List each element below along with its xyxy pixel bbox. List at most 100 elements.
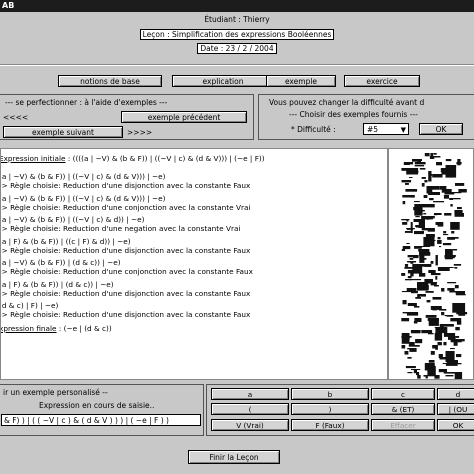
calligraphy-stroke xyxy=(405,189,418,192)
initial-label: Expression initiale xyxy=(0,154,66,163)
calligraphy-stroke xyxy=(415,339,423,344)
calligraphy-stroke xyxy=(453,264,462,266)
lesson-date: Date : 23 / 2 / 2004 xyxy=(0,43,474,54)
calligraphy-stroke xyxy=(408,177,413,178)
calligraphy-stroke xyxy=(413,201,420,203)
calligraphy-stroke xyxy=(421,330,433,334)
calligraphy-stroke xyxy=(406,312,419,316)
calligraphy-stroke xyxy=(437,240,442,244)
decorative-calligraphy xyxy=(388,148,474,380)
calligraphy-stroke xyxy=(439,357,447,360)
step-rule: -> Règle choisie: Reduction d'une disjon… xyxy=(0,245,251,255)
calligraphy-stroke xyxy=(433,153,437,155)
calligraphy-stroke xyxy=(415,246,423,248)
calligraphy-stroke xyxy=(432,345,438,349)
calligraphy-stroke xyxy=(456,321,462,325)
key-d[interactable]: d xyxy=(437,388,474,400)
calligraphy-stroke xyxy=(439,246,442,248)
difficulty-panel: Vous pouvez changer la difficulté avant … xyxy=(258,94,474,140)
calligraphy-stroke xyxy=(437,237,441,240)
calligraphy-stroke xyxy=(439,309,447,311)
calligraphy-stroke xyxy=(457,207,462,210)
key-close-paren[interactable]: ) xyxy=(291,403,369,415)
calligraphy-stroke xyxy=(441,171,451,175)
tab-explication[interactable]: explication xyxy=(172,75,274,87)
calligraphy-stroke xyxy=(427,186,440,190)
key-open-paren[interactable]: ( xyxy=(211,403,289,415)
calligraphy-stroke xyxy=(425,237,431,241)
calligraphy-stroke xyxy=(432,174,443,178)
calligraphy-stroke xyxy=(402,300,407,305)
difficulty-select[interactable]: #5 ▼ xyxy=(363,123,409,135)
difficulty-ok-button[interactable]: OK xyxy=(419,123,463,135)
calligraphy-stroke xyxy=(423,213,427,215)
calligraphy-stroke xyxy=(428,171,432,182)
calligraphy-stroke xyxy=(442,363,453,364)
calligraphy-stroke xyxy=(456,354,462,358)
calligraphy-stroke xyxy=(410,261,414,264)
finish-lesson-button[interactable]: Finir la Leçon xyxy=(188,450,280,464)
calligraphy-stroke xyxy=(401,180,412,183)
step-rule: -> Règle choisie: Reduction d'une disjon… xyxy=(0,288,251,298)
key-true[interactable]: V (Vrai) xyxy=(211,419,289,431)
key-and[interactable]: & (ET) xyxy=(371,403,435,415)
calligraphy-stroke xyxy=(442,243,452,246)
key-b[interactable]: b xyxy=(291,388,369,400)
step-rule: -> Règle choisie: Reduction d'une disjon… xyxy=(0,310,251,319)
calligraphy-stroke xyxy=(456,162,462,165)
calligraphy-stroke xyxy=(432,309,437,311)
previous-example-button[interactable]: exemple précédent xyxy=(121,111,247,123)
calligraphy-stroke xyxy=(423,204,435,208)
calligraphy-stroke xyxy=(435,222,439,225)
calligraphy-stroke xyxy=(454,372,463,379)
calligraphy-stroke xyxy=(405,183,409,185)
initial-sep: : xyxy=(65,154,73,163)
calligraphy-stroke xyxy=(452,249,458,251)
calligraphy-stroke xyxy=(443,372,456,374)
calligraphy-stroke xyxy=(438,369,447,373)
custom-expr-label: Expression en cours de saisie.. xyxy=(39,401,155,410)
calligraphy-stroke xyxy=(410,222,413,234)
calligraphy-stroke xyxy=(442,324,454,327)
calligraphy-stroke xyxy=(425,291,434,293)
calligraphy-stroke xyxy=(411,291,418,294)
key-c[interactable]: c xyxy=(371,388,435,400)
calligraphy-stroke xyxy=(437,342,442,346)
calligraphy-stroke xyxy=(401,219,410,221)
calligraphy-stroke xyxy=(444,333,454,335)
calligraphy-stroke xyxy=(405,366,416,369)
step-expression: (a | F) & (b & F)) | ((c | F) & d)) | ~e… xyxy=(0,236,131,246)
tab-exemple[interactable]: exemple xyxy=(266,75,336,87)
custom-expression-value: & F) ) | ( ( ~V | c ) & ( d & V ) ) ) | … xyxy=(4,416,169,425)
key-ok[interactable]: OK xyxy=(437,419,474,431)
calligraphy-stroke xyxy=(435,348,438,350)
key-or[interactable]: | (OU xyxy=(437,403,474,415)
tab-exercice[interactable]: exercice xyxy=(344,75,420,87)
calligraphy-stroke xyxy=(449,288,455,292)
calligraphy-stroke xyxy=(419,252,425,263)
next-example-button[interactable]: exemple suivant xyxy=(3,126,123,138)
custom-expression-input[interactable]: & F) ) | ( ( ~V | c ) & ( d & V ) ) ) | … xyxy=(1,414,201,426)
step-expression: (a | F) & (b & F)) | (d & c)) | ~e) xyxy=(0,279,114,289)
step-expression: (a | ~V) & (b & F)) | ((~V | c) & d)) | … xyxy=(0,215,145,224)
calligraphy-stroke xyxy=(421,183,425,187)
calligraphy-stroke xyxy=(426,300,431,303)
student-name: Étudiant : Thierry xyxy=(204,15,270,24)
calligraphy-stroke xyxy=(402,246,411,250)
calligraphy-stroke xyxy=(444,255,455,259)
key-clear[interactable]: Effacer xyxy=(371,419,435,431)
calligraphy-stroke xyxy=(428,333,434,335)
calligraphy-stroke xyxy=(415,225,423,228)
calligraphy-stroke xyxy=(450,204,453,207)
calligraphy-stroke xyxy=(421,177,426,179)
calligraphy-stroke xyxy=(454,267,458,269)
calligraphy-stroke xyxy=(425,234,435,238)
calligraphy-stroke xyxy=(401,336,411,338)
tab-notions-de-base[interactable]: notions de base xyxy=(58,75,162,87)
calligraphy-stroke xyxy=(452,192,462,194)
calligraphy-image xyxy=(401,153,468,379)
calligraphy-stroke xyxy=(449,171,453,173)
key-a[interactable]: a xyxy=(211,388,289,400)
key-false[interactable]: F (Faux) xyxy=(291,419,369,431)
calligraphy-stroke xyxy=(407,348,411,350)
